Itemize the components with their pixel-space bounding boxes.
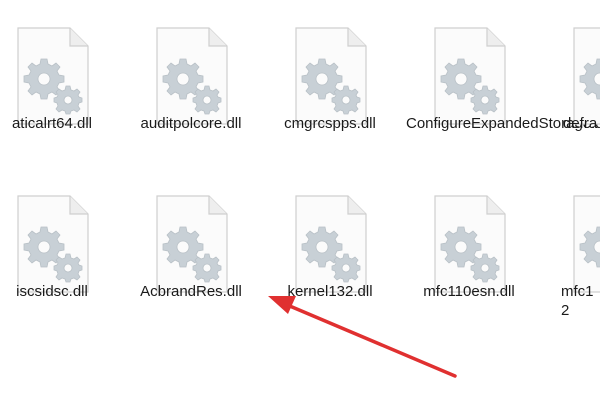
dll-file-icon xyxy=(12,194,92,294)
dll-file-icon xyxy=(290,194,370,294)
file-item-iscsidsc[interactable]: iscsidsc.dll xyxy=(0,168,117,338)
file-name: kernel132.dll xyxy=(287,283,373,300)
file-name: ConfigureExpandedStorage.dll xyxy=(406,115,600,132)
file-item-aticalrt64[interactable]: aticalrt64.dll xyxy=(0,0,117,170)
dll-file-icon xyxy=(568,26,600,126)
file-item-mfc12[interactable]: mfc12 xyxy=(543,168,600,338)
file-item-cmgrcspps[interactable]: cmgrcspps.dll xyxy=(265,0,395,170)
file-name: AcbrandRes.dll xyxy=(140,283,242,300)
file-name: auditpolcore.dll xyxy=(140,115,242,132)
dll-file-icon xyxy=(429,26,509,126)
dll-file-icon xyxy=(290,26,370,126)
dll-file-icon xyxy=(568,194,600,294)
file-item-mfc110esn[interactable]: mfc110esn.dll xyxy=(404,168,534,338)
file-name: iscsidsc.dll xyxy=(16,283,88,300)
file-name: mfc110esn.dll xyxy=(423,283,515,300)
file-item-configureexpandedstorage[interactable]: ConfigureExpandedStorage.dll xyxy=(404,0,600,170)
file-name: aticalrt64.dll xyxy=(11,115,93,132)
file-item-kernel132[interactable]: kernel132.dll xyxy=(265,168,395,338)
file-item-acbrandres[interactable]: AcbrandRes.dll xyxy=(126,168,256,338)
dll-file-icon xyxy=(151,194,231,294)
file-item-defra[interactable]: defra xyxy=(543,0,600,170)
file-name: cmgrcspps.dll xyxy=(284,115,376,132)
file-name: defra xyxy=(563,115,598,132)
dll-file-icon xyxy=(151,26,231,126)
dll-file-icon xyxy=(12,26,92,126)
file-name: mfc12 xyxy=(561,283,594,319)
dll-file-icon xyxy=(429,194,509,294)
file-item-auditpolcore[interactable]: auditpolcore.dll xyxy=(126,0,256,170)
